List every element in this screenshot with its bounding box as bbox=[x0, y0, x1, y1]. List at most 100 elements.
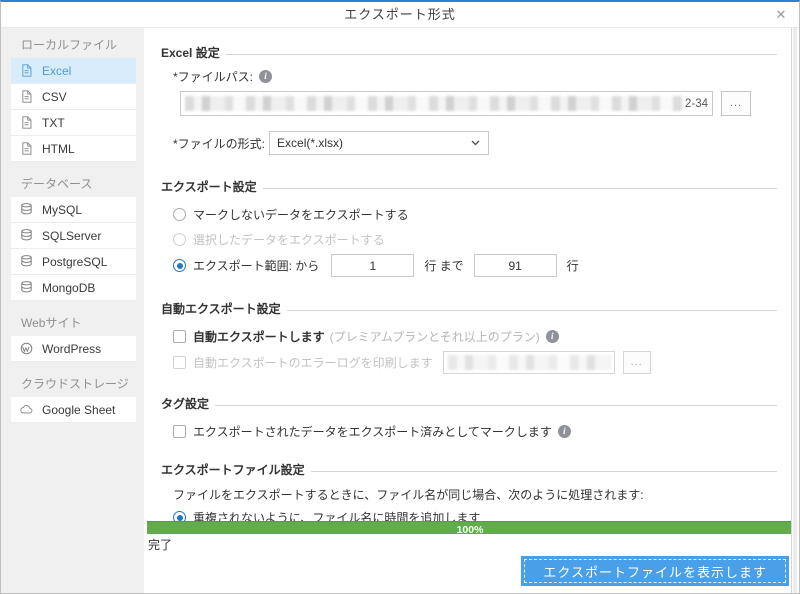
radio-icon[interactable] bbox=[173, 208, 186, 221]
option-label: マークしないデータをエクスポートする bbox=[193, 206, 409, 223]
file-icon bbox=[20, 90, 34, 104]
section-heading: エクスポート設定 bbox=[161, 178, 257, 195]
option-export-range[interactable]: エクスポート範囲: から 行 まで 行 bbox=[173, 254, 777, 277]
option-add-time[interactable]: 重複されないように、ファイル名に時間を追加します bbox=[173, 509, 777, 521]
sidebar-item-google-sheet[interactable]: Google Sheet bbox=[11, 397, 136, 423]
file-format-row: *ファイルの形式: Excel(*.xlsx) bbox=[173, 131, 777, 155]
sidebar-item-label: SQLServer bbox=[42, 229, 101, 243]
premium-note: (プレミアムプランとそれ以上のプラン) bbox=[330, 328, 540, 345]
radio-icon[interactable] bbox=[173, 511, 186, 521]
settings-content: Excel 設定 *ファイルパス: i 2-34 ... *ファイルの形式: bbox=[144, 28, 799, 521]
sidebar-item-label: TXT bbox=[42, 116, 65, 130]
section-tag-settings: タグ設定 bbox=[161, 395, 777, 412]
dialog-titlebar: エクスポート形式 ✕ bbox=[1, 2, 799, 28]
sidebar-item-html[interactable]: HTML bbox=[11, 136, 136, 162]
sidebar-section-header: データベース bbox=[11, 172, 136, 197]
description-text: ファイルをエクスポートするときに、ファイル名が同じ場合、次のように処理されます: bbox=[173, 486, 644, 503]
option-mark-exported[interactable]: エクスポートされたデータをエクスポート済みとしてマークします i bbox=[173, 423, 777, 440]
sidebar-section-local: ローカルファイル Excel CSV TXT bbox=[11, 33, 136, 162]
error-log-path-input bbox=[443, 351, 615, 374]
scrollbar-thumb[interactable] bbox=[793, 28, 797, 593]
cloud-icon bbox=[20, 403, 34, 417]
option-label: 自動エクスポートのエラーログを印刷します bbox=[193, 354, 433, 371]
option-export-unmarked[interactable]: マークしないデータをエクスポートする bbox=[173, 206, 777, 223]
file-icon bbox=[20, 142, 34, 156]
sidebar-item-sqlserver[interactable]: SQLServer bbox=[11, 223, 136, 249]
sidebar-item-mysql[interactable]: MySQL bbox=[11, 197, 136, 223]
browse-button[interactable]: ... bbox=[721, 91, 751, 116]
sidebar-item-label: HTML bbox=[42, 142, 75, 156]
option-label: 自動エクスポートします bbox=[193, 328, 325, 345]
database-icon bbox=[20, 203, 34, 217]
progress-bar: 100% bbox=[147, 521, 793, 534]
range-to-input[interactable] bbox=[474, 254, 557, 277]
range-from-input[interactable] bbox=[331, 254, 414, 277]
sidebar-section-header: クラウドストレージ bbox=[11, 372, 136, 397]
option-label: 重複されないように、ファイル名に時間を追加します bbox=[193, 509, 480, 521]
sidebar-item-label: PostgreSQL bbox=[42, 255, 107, 269]
export-format-dialog: エクスポート形式 ✕ ローカルファイル Excel CSV bbox=[0, 0, 800, 594]
sidebar-item-excel[interactable]: Excel bbox=[11, 58, 136, 84]
radio-icon[interactable] bbox=[173, 259, 186, 272]
file-icon bbox=[20, 64, 34, 78]
sidebar-item-txt[interactable]: TXT bbox=[11, 110, 136, 136]
sidebar-section-header: Webサイト bbox=[11, 311, 136, 336]
dialog-title: エクスポート形式 bbox=[1, 2, 799, 27]
settings-panel: Excel 設定 *ファイルパス: i 2-34 ... *ファイルの形式: bbox=[144, 28, 799, 593]
sidebar-item-label: Google Sheet bbox=[42, 403, 115, 417]
blurred-path-text bbox=[448, 355, 611, 370]
sidebar-item-csv[interactable]: CSV bbox=[11, 84, 136, 110]
sidebar-item-label: Excel bbox=[42, 64, 71, 78]
file-format-select[interactable]: Excel(*.xlsx) bbox=[269, 131, 489, 155]
checkbox-icon[interactable] bbox=[173, 330, 186, 343]
export-target-sidebar: ローカルファイル Excel CSV TXT bbox=[1, 28, 144, 593]
action-button-row: エクスポートファイルを表示します bbox=[144, 552, 799, 586]
section-heading: Excel 設定 bbox=[161, 44, 220, 61]
close-icon[interactable]: ✕ bbox=[770, 2, 792, 27]
file-path-input[interactable]: 2-34 bbox=[180, 91, 713, 116]
sidebar-item-postgresql[interactable]: PostgreSQL bbox=[11, 249, 136, 275]
option-label: エクスポートされたデータをエクスポート済みとしてマークします bbox=[193, 423, 552, 440]
sidebar-item-mongodb[interactable]: MongoDB bbox=[11, 275, 136, 301]
option-label: 選択したデータをエクスポートする bbox=[193, 231, 385, 248]
section-heading: 自動エクスポート設定 bbox=[161, 300, 281, 317]
radio-icon bbox=[173, 233, 186, 246]
sidebar-item-label: MySQL bbox=[42, 203, 82, 217]
sidebar-item-label: WordPress bbox=[42, 342, 101, 356]
file-path-visible-tail: 2-34 bbox=[685, 98, 712, 110]
sidebar-section-database: データベース MySQL SQLServer PostgreSQL bbox=[11, 172, 136, 301]
option-export-selected-disabled: 選択したデータをエクスポートする bbox=[173, 231, 777, 248]
option-label: エクスポート範囲: から bbox=[193, 257, 319, 274]
duplicate-handling-description: ファイルをエクスポートするときに、ファイル名が同じ場合、次のように処理されます: bbox=[173, 486, 777, 503]
sidebar-item-label: MongoDB bbox=[42, 281, 95, 295]
sidebar-section-website: Webサイト WordPress bbox=[11, 311, 136, 362]
export-footer: 100% 完了 エクスポートファイルを表示します bbox=[144, 521, 799, 593]
checkbox-icon bbox=[173, 356, 186, 369]
file-path-label: *ファイルパス: bbox=[173, 68, 253, 85]
show-export-file-button[interactable]: エクスポートファイルを表示します bbox=[521, 556, 789, 586]
option-error-log-disabled: 自動エクスポートのエラーログを印刷します ... bbox=[173, 351, 777, 374]
option-auto-export[interactable]: 自動エクスポートします (プレミアムプランとそれ以上のプラン) i bbox=[173, 328, 777, 345]
section-auto-export: 自動エクスポート設定 bbox=[161, 300, 777, 317]
sidebar-item-wordpress[interactable]: WordPress bbox=[11, 336, 136, 362]
vertical-scrollbar[interactable] bbox=[791, 28, 799, 593]
info-icon[interactable]: i bbox=[546, 330, 559, 343]
info-icon[interactable]: i bbox=[259, 70, 272, 83]
dialog-body: ローカルファイル Excel CSV TXT bbox=[1, 28, 799, 593]
section-heading: エクスポートファイル設定 bbox=[161, 461, 305, 478]
sidebar-section-header: ローカルファイル bbox=[11, 33, 136, 58]
progress-percent: 100% bbox=[457, 524, 484, 536]
database-icon bbox=[20, 229, 34, 243]
database-icon bbox=[20, 255, 34, 269]
info-icon[interactable]: i bbox=[558, 425, 571, 438]
chevron-down-icon bbox=[471, 140, 480, 146]
blurred-path-text bbox=[185, 96, 682, 111]
section-excel-settings: Excel 設定 bbox=[161, 44, 777, 61]
database-icon bbox=[20, 281, 34, 295]
file-format-value: Excel(*.xlsx) bbox=[277, 136, 471, 150]
file-icon bbox=[20, 116, 34, 130]
status-text: 完了 bbox=[148, 536, 799, 552]
checkbox-icon[interactable] bbox=[173, 425, 186, 438]
wordpress-icon bbox=[20, 342, 34, 356]
browse-button-disabled: ... bbox=[623, 351, 651, 374]
